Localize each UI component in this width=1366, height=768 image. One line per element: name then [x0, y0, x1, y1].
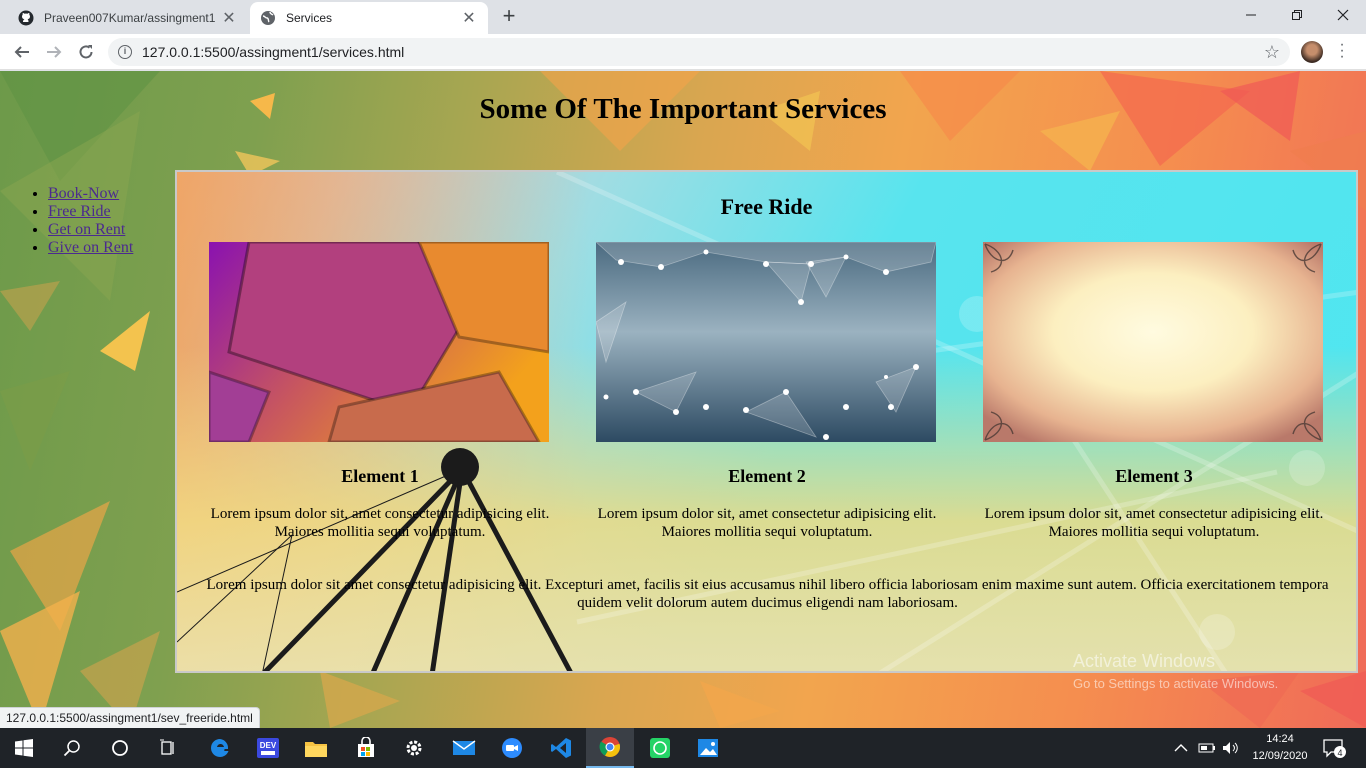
zoom-icon[interactable] [488, 728, 536, 768]
clock-time: 14:24 [1266, 733, 1294, 745]
nav-link-give-on-rent[interactable]: Give on Rent [48, 239, 133, 256]
vscode-icon[interactable] [537, 728, 585, 768]
profile-avatar[interactable] [1301, 41, 1323, 63]
notification-count: 4 [1337, 748, 1342, 758]
close-tab-icon[interactable]: ✕ [220, 8, 238, 28]
url-text: 127.0.0.1:5500/assingment1/services.html [142, 44, 405, 60]
settings-icon[interactable] [390, 728, 438, 768]
tab-title: Praveen007Kumar/assingment1 [44, 11, 216, 25]
tab-github[interactable]: Praveen007Kumar/assingment1 ✕ [8, 2, 248, 34]
address-bar[interactable]: i 127.0.0.1:5500/assingment1/services.ht… [108, 38, 1290, 66]
side-nav: Book-Now Free Ride Get on Rent Give on R… [28, 185, 133, 257]
tab-strip: Praveen007Kumar/assingment1 ✕ Services ✕… [0, 0, 1366, 34]
dev-icon[interactable]: DEV [244, 728, 292, 768]
nav-link-book-now[interactable]: Book-Now [48, 185, 119, 202]
element-1-heading: Element 1 [341, 466, 419, 486]
page-viewport: Some Of The Important Services Book-Now … [0, 71, 1366, 728]
forward-button[interactable] [42, 40, 66, 64]
whatsapp-icon[interactable] [636, 728, 684, 768]
element-1-image[interactable] [209, 242, 549, 442]
back-arrow-icon [14, 46, 29, 58]
nav-item-free-ride: Free Ride [48, 203, 133, 221]
nav-item-get-on-rent: Get on Rent [48, 221, 133, 239]
volume-icon[interactable] [1222, 728, 1240, 768]
edge-icon[interactable] [196, 728, 244, 768]
tab-title: Services [286, 11, 333, 25]
globe-icon [260, 10, 276, 26]
tab-services[interactable]: Services ✕ [250, 2, 488, 34]
chrome-icon[interactable] [586, 728, 634, 768]
cortana-icon[interactable] [96, 728, 144, 768]
windows-taskbar: DEV 14:24 12/09/2020 4 [0, 728, 1366, 768]
link-status-bar: 127.0.0.1:5500/assingment1/sev_freeride.… [0, 707, 260, 728]
start-icon[interactable] [0, 728, 48, 768]
element-2-text: Lorem ipsum dolor sit, amet consectetur … [597, 506, 937, 540]
page-title: Some Of The Important Services [479, 93, 887, 125]
restore-button[interactable] [1274, 0, 1320, 30]
reload-icon [79, 45, 93, 59]
info-icon[interactable]: i [118, 45, 132, 59]
show-hidden-icons[interactable] [1174, 728, 1188, 768]
github-icon [18, 10, 34, 26]
forward-arrow-icon [47, 46, 62, 58]
element-2-image[interactable] [596, 242, 936, 442]
close-tab-icon[interactable]: ✕ [460, 8, 478, 28]
close-window-button[interactable] [1320, 0, 1366, 30]
activate-windows-watermark: Activate Windows Go to Settings to activ… [1073, 651, 1278, 691]
system-clock[interactable]: 14:24 12/09/2020 [1252, 731, 1308, 765]
mail-icon[interactable] [440, 728, 488, 768]
svg-text:DEV: DEV [260, 741, 277, 750]
nav-item-give-on-rent: Give on Rent [48, 239, 133, 257]
reload-button[interactable] [74, 40, 98, 64]
nav-link-free-ride[interactable]: Free Ride [48, 203, 111, 220]
task-view-icon[interactable] [144, 728, 192, 768]
bookmark-star-icon[interactable]: ☆ [1264, 42, 1280, 63]
element-3-heading: Element 3 [1115, 466, 1193, 486]
element-3-image[interactable] [983, 242, 1323, 442]
watermark-subtitle: Go to Settings to activate Windows. [1073, 676, 1279, 691]
watermark-title: Activate Windows [1073, 651, 1216, 671]
free-ride-panel: Free Ride Element 1 Element 2 Element 3 … [175, 170, 1358, 673]
new-tab-button[interactable]: + [498, 5, 520, 28]
battery-icon[interactable] [1198, 728, 1216, 768]
browser-toolbar: i 127.0.0.1:5500/assingment1/services.ht… [0, 34, 1366, 70]
minimize-button[interactable] [1228, 0, 1274, 30]
back-button[interactable] [10, 40, 34, 64]
element-2-heading: Element 2 [728, 466, 806, 486]
clock-date: 12/09/2020 [1252, 750, 1308, 762]
description-paragraph: Lorem ipsum dolor sit amet consectetur a… [206, 577, 1329, 611]
search-icon[interactable] [48, 728, 96, 768]
element-1-text: Lorem ipsum dolor sit, amet consectetur … [210, 506, 550, 540]
file-explorer-icon[interactable] [292, 728, 340, 768]
photos-icon[interactable] [684, 728, 732, 768]
browser-menu-icon[interactable]: · · · [1337, 37, 1347, 65]
nav-item-book-now: Book-Now [48, 185, 133, 203]
element-3-text: Lorem ipsum dolor sit, amet consectetur … [984, 506, 1324, 540]
section-title: Free Ride [720, 194, 813, 219]
notifications-icon[interactable]: 4 [1322, 728, 1346, 768]
store-icon[interactable] [342, 728, 390, 768]
nav-link-get-on-rent[interactable]: Get on Rent [48, 221, 125, 238]
